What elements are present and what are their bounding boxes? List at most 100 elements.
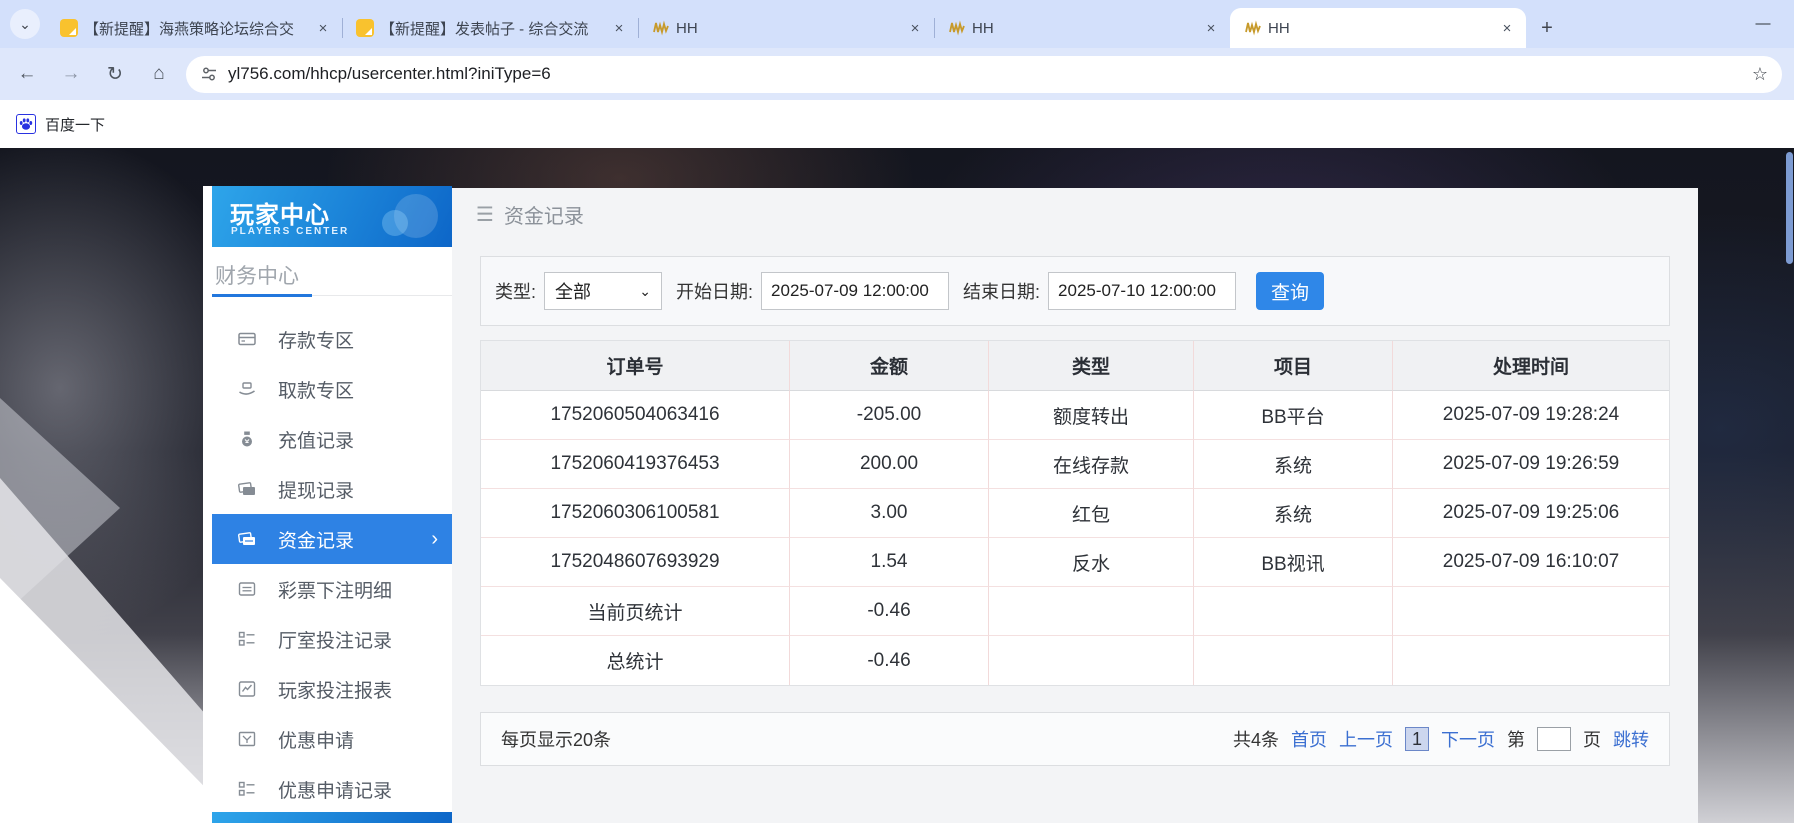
sidebar-next-section-header [212, 812, 452, 823]
type-label: 类型: [495, 278, 536, 304]
sidebar-item-recharge-record[interactable]: 充值记录 [203, 414, 452, 464]
page-scrollbar[interactable] [1786, 152, 1793, 264]
sidebar-item-deposit[interactable]: 存款专区 [203, 314, 452, 364]
cards-icon [237, 479, 257, 499]
sidebar-item-lottery-bets[interactable]: 彩票下注明细 [203, 564, 452, 614]
address-bar[interactable]: yl756.com/hhcp/usercenter.html?iniType=6… [186, 56, 1782, 93]
window-minimize-button[interactable]: — [1748, 8, 1778, 38]
table-row: 1752060306100581 3.00 红包 系统 2025-07-09 1… [481, 489, 1669, 538]
close-icon[interactable]: × [610, 19, 628, 37]
baidu-paw-icon [16, 114, 36, 134]
jump-button[interactable]: 跳转 [1613, 726, 1649, 752]
forum-favicon-icon [60, 19, 78, 37]
bookmark-star-icon[interactable]: ☆ [1752, 64, 1768, 85]
table-header-row: 订单号 金额 类型 项目 处理时间 [481, 341, 1669, 391]
sidebar-item-bet-report[interactable]: 玩家投注报表 [203, 664, 452, 714]
start-date-input[interactable] [761, 272, 949, 310]
close-icon[interactable]: × [906, 19, 924, 37]
sidebar-title: 玩家中心 [230, 195, 330, 230]
sidebar-item-label: 取款专区 [278, 376, 354, 403]
empty-cell [1393, 636, 1669, 685]
money-bag-icon [237, 429, 257, 449]
sidebar-item-label: 玩家投注报表 [278, 676, 392, 703]
minimize-icon: — [1756, 15, 1771, 32]
sidebar-item-label: 充值记录 [278, 426, 354, 453]
order-no: 1752060306100581 [481, 489, 790, 538]
order-no: 1752048607693929 [481, 538, 790, 587]
jump-page-input[interactable] [1537, 727, 1571, 751]
tab-2[interactable]: 【新提醒】发表帖子 - 综合交流 × [342, 8, 638, 48]
tab-title: HH [676, 20, 900, 37]
empty-cell [989, 587, 1194, 636]
funds-table: 订单号 金额 类型 项目 处理时间 1752060504063416 -205.… [480, 340, 1670, 686]
close-icon[interactable]: × [1202, 19, 1220, 37]
close-icon[interactable]: × [1498, 19, 1516, 37]
search-button[interactable]: 查询 [1256, 272, 1324, 310]
project: 系统 [1194, 440, 1393, 489]
next-page-link[interactable]: 下一页 [1441, 726, 1495, 752]
page-title: 资金记录 [504, 200, 584, 229]
type: 在线存款 [989, 440, 1194, 489]
table-row: 1752060419376453 200.00 在线存款 系统 2025-07-… [481, 440, 1669, 489]
time: 2025-07-09 19:28:24 [1393, 391, 1669, 440]
start-date-label: 开始日期: [676, 278, 753, 304]
table-summary-row-page: 当前页统计 -0.46 [481, 587, 1669, 636]
first-page-link[interactable]: 首页 [1291, 726, 1327, 752]
tab-title: 【新提醒】发表帖子 - 综合交流 [380, 18, 604, 39]
tab-title: HH [972, 20, 1196, 37]
sidebar-header: 玩家中心 PLAYERS CENTER [212, 186, 452, 247]
empty-cell [1194, 636, 1393, 685]
cards-icon [237, 529, 257, 549]
end-date-input[interactable] [1048, 272, 1236, 310]
home-button[interactable]: ⌂ [142, 57, 176, 91]
hand-money-icon [237, 379, 257, 399]
col-time: 处理时间 [1393, 341, 1669, 391]
summary-label: 总统计 [481, 636, 790, 685]
sidebar-item-withdraw[interactable]: 取款专区 [203, 364, 452, 414]
pagination-bar: 每页显示20条 共4条 首页 上一页 1 下一页 第 页 跳转 [480, 712, 1670, 766]
time: 2025-07-09 16:10:07 [1393, 538, 1669, 587]
reload-icon: ↻ [107, 63, 123, 86]
sidebar-section-title: 财务中心 [215, 260, 299, 290]
reload-button[interactable]: ↻ [98, 57, 132, 91]
tab-title: HH [1268, 20, 1492, 37]
sidebar-item-withdraw-record[interactable]: 提现记录 [203, 464, 452, 514]
pagination-controls: 共4条 首页 上一页 1 下一页 第 页 跳转 [1233, 726, 1649, 752]
sidebar-item-label: 彩票下注明细 [278, 576, 392, 603]
amount: 200.00 [790, 440, 989, 489]
home-icon: ⌂ [153, 63, 164, 85]
page-content: 玩家中心 PLAYERS CENTER 财务中心 存款专区 取款专区 充值记录 [0, 148, 1794, 823]
bookmark-baidu[interactable]: 百度一下 [16, 114, 105, 135]
col-project: 项目 [1194, 341, 1393, 391]
project: BB视讯 [1194, 538, 1393, 587]
sidebar-item-hall-bets[interactable]: 厅室投注记录 [203, 614, 452, 664]
table-row: 1752060504063416 -205.00 额度转出 BB平台 2025-… [481, 391, 1669, 440]
forward-button[interactable]: → [54, 57, 88, 91]
sidebar-item-funds-record-active[interactable]: 资金记录 › [212, 514, 452, 564]
deposit-card-icon [237, 329, 257, 349]
tab-1[interactable]: 【新提醒】海燕策略论坛综合交 × [46, 8, 342, 48]
empty-cell [1194, 587, 1393, 636]
time: 2025-07-09 19:25:06 [1393, 489, 1669, 538]
gold-wave-favicon-icon [948, 19, 966, 37]
list-boxes-icon [237, 779, 257, 799]
url-text[interactable]: yl756.com/hhcp/usercenter.html?iniType=6 [228, 64, 551, 84]
new-tab-button[interactable]: + [1532, 13, 1562, 43]
type-select[interactable]: 全部 ⌄ [544, 272, 662, 310]
sidebar-item-promo-apply[interactable]: 优惠申请 [203, 714, 452, 764]
tab-5-active[interactable]: HH × [1230, 8, 1526, 48]
col-order-no: 订单号 [481, 341, 790, 391]
prev-page-link[interactable]: 上一页 [1339, 726, 1393, 752]
tab-4[interactable]: HH × [934, 8, 1230, 48]
site-settings-icon[interactable] [200, 65, 218, 83]
tab-search-button[interactable]: ⌄ [10, 9, 40, 39]
current-page-indicator[interactable]: 1 [1405, 727, 1429, 751]
close-icon[interactable]: × [314, 19, 332, 37]
tab-3[interactable]: HH × [638, 8, 934, 48]
hamburger-icon: ☰ [476, 202, 494, 227]
back-button[interactable]: ← [10, 57, 44, 91]
end-date-label: 结束日期: [963, 278, 1040, 304]
empty-cell [1393, 587, 1669, 636]
time: 2025-07-09 19:26:59 [1393, 440, 1669, 489]
sidebar-item-promo-record[interactable]: 优惠申请记录 [203, 764, 452, 814]
